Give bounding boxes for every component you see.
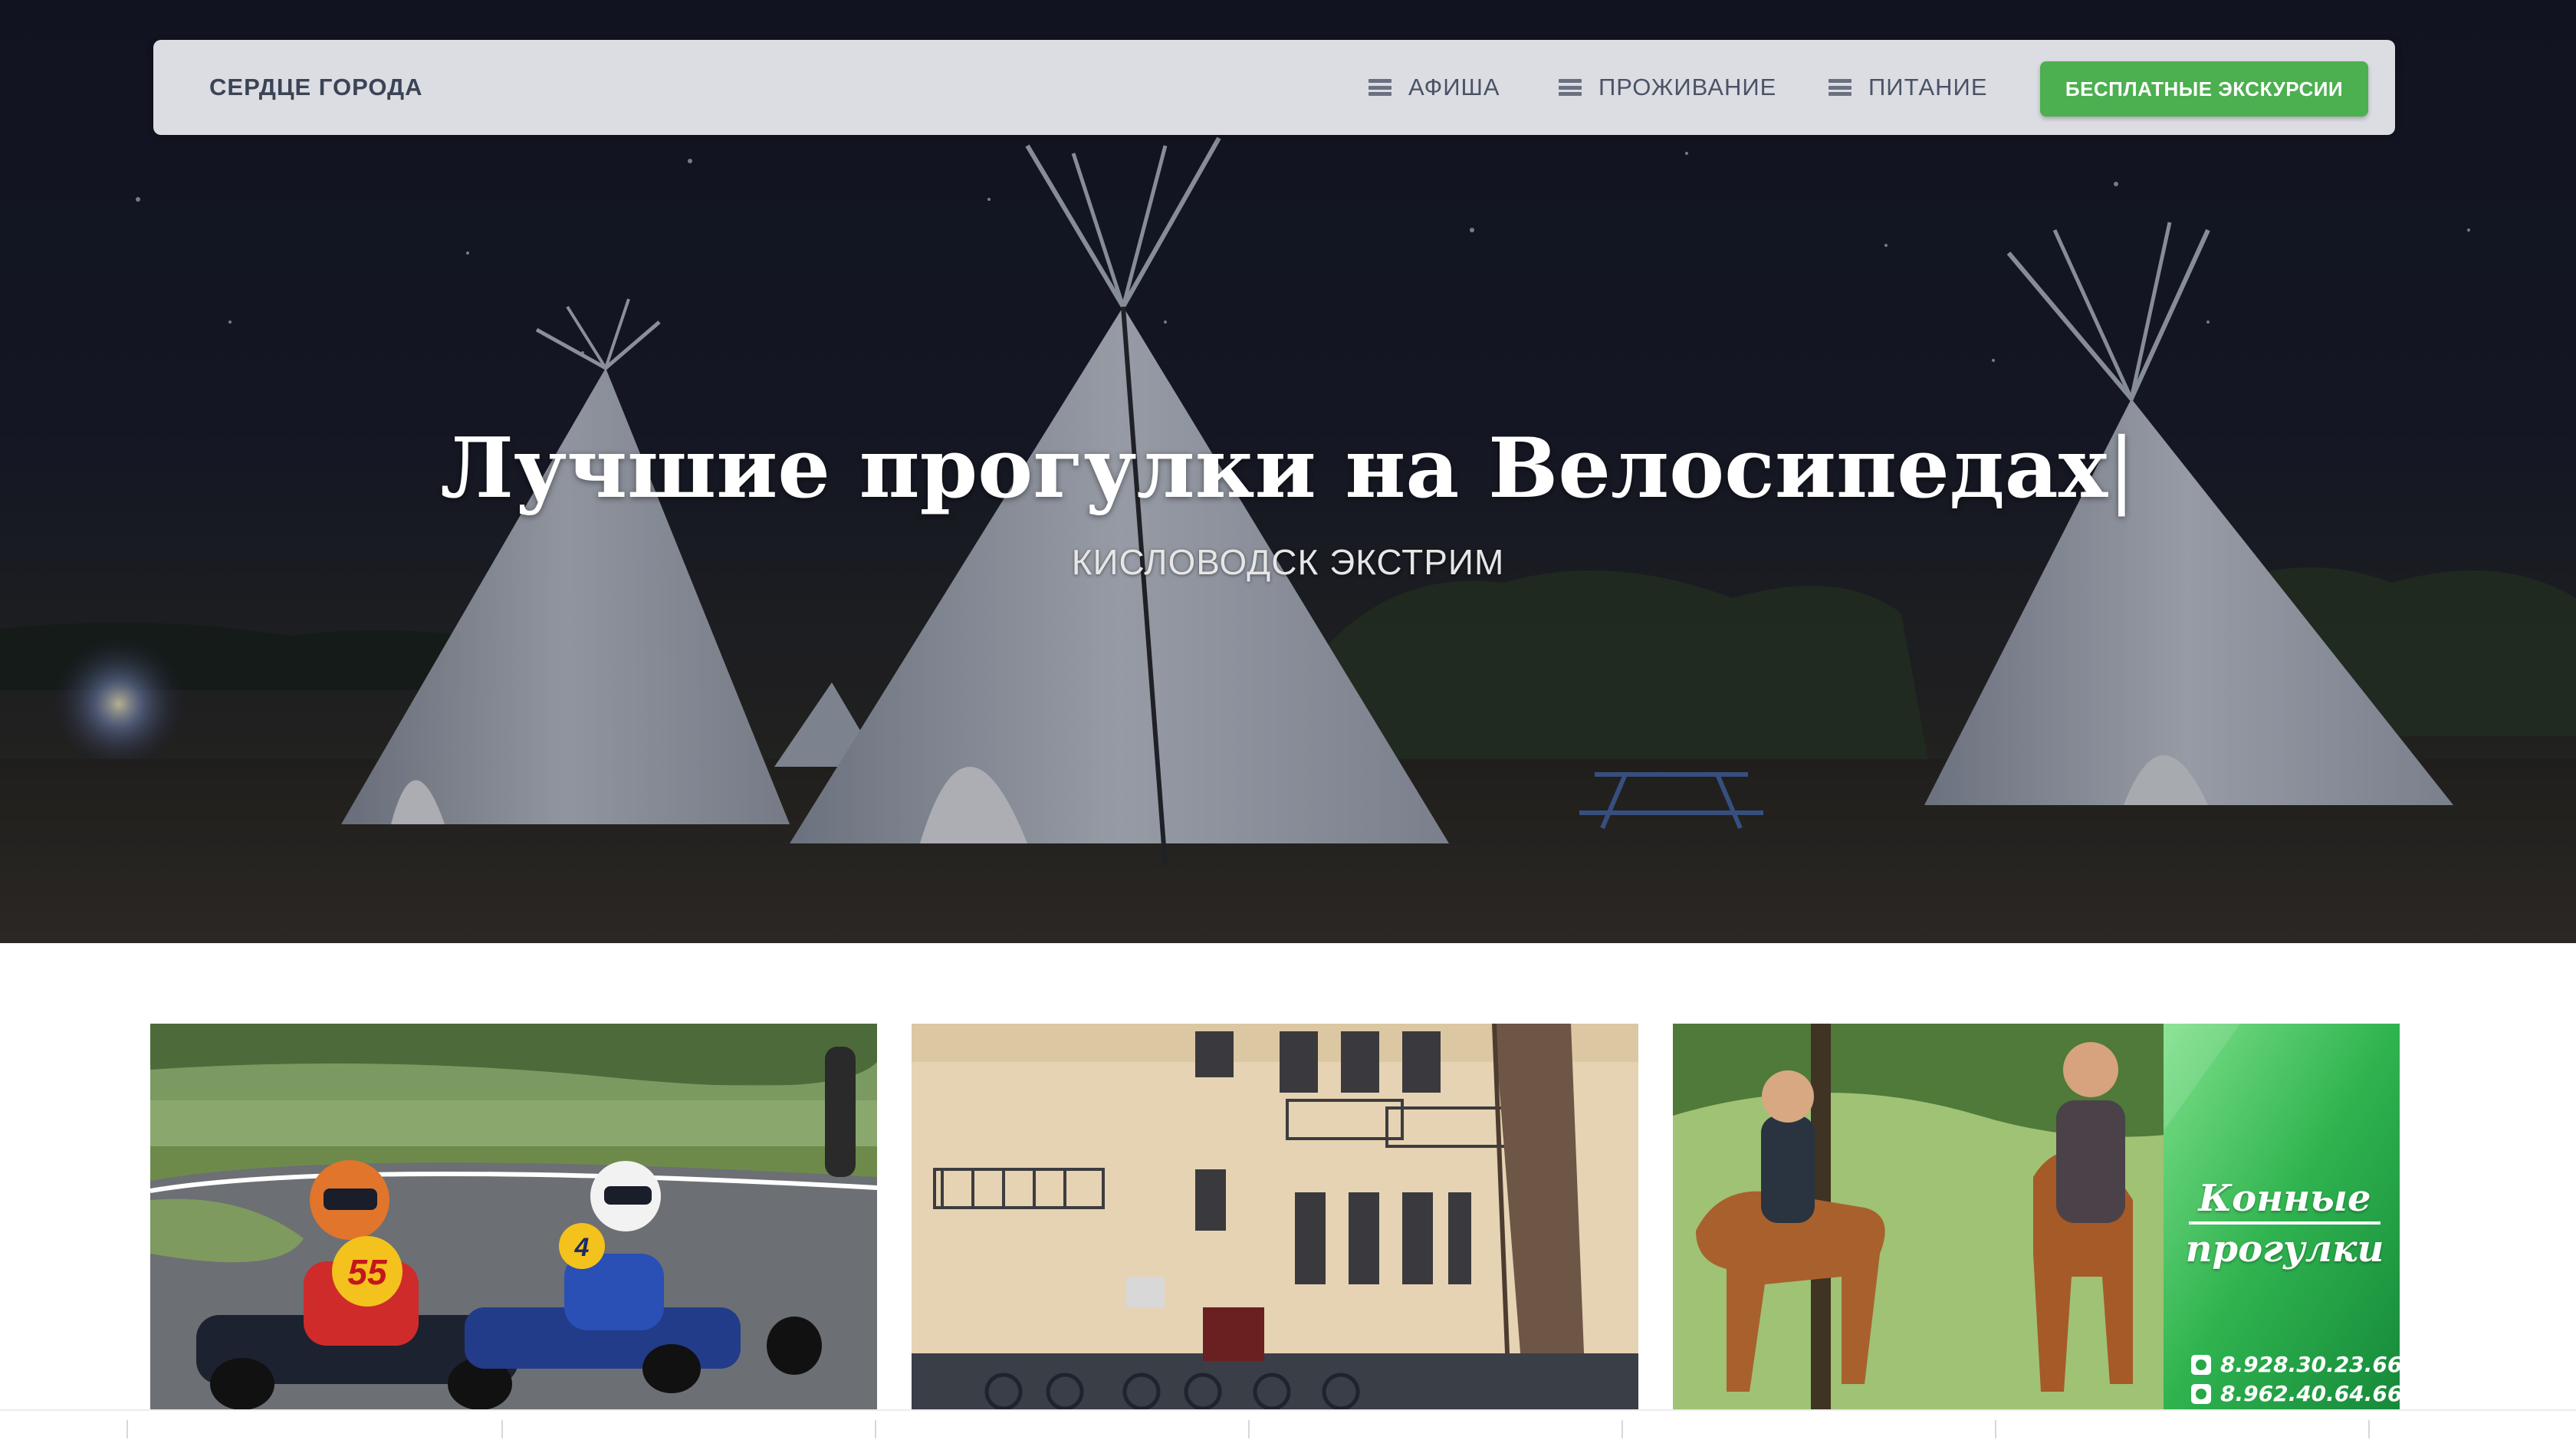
typing-caret: | (2108, 421, 2136, 517)
divider (1995, 1420, 1996, 1438)
kart-number-4: 4 (574, 1233, 590, 1262)
menu-icon (1559, 79, 1582, 96)
phone-icon (2191, 1354, 2211, 1375)
hero-title: Лучшие прогулки на Велосипедах| (0, 420, 2576, 517)
divider (875, 1420, 876, 1438)
whatsapp-icon (2191, 1383, 2211, 1404)
nav-item-label: ПРОЖИВАНИЕ (1598, 74, 1777, 100)
nav-item-label: ПИТАНИЕ (1868, 74, 1988, 100)
hero-subtitle: КИСЛОВОДСК ЭКСТРИМ (1071, 542, 1505, 582)
nav-item-food[interactable]: ПИТАНИЕ (1829, 40, 1988, 135)
promo-phone-2: 8.962.40.64.666 (2191, 1381, 2400, 1406)
divider (501, 1420, 503, 1438)
free-excursions-button[interactable]: БЕСПЛАТНЫЕ ЭКСКУРСИИ (2040, 61, 2368, 117)
promo-phone-2-text: 8.962.40.64.666 (2220, 1381, 2400, 1406)
nav-item-accommodation[interactable]: ПРОЖИВАНИЕ (1559, 40, 1776, 135)
divider (1248, 1420, 1250, 1438)
nav-item-label: АФИША (1408, 74, 1500, 100)
bottom-strip (0, 1409, 2576, 1440)
divider (127, 1420, 128, 1438)
divider (1622, 1420, 1623, 1438)
card-horse-riding[interactable]: Конные прогулки 8.928.30.23.666 8.962.40… (1673, 1024, 2400, 1411)
hero-title-text: Лучшие прогулки на Велосипедах (440, 420, 2108, 517)
promo-phone-1-text: 8.928.30.23.666 (2220, 1352, 2400, 1377)
menu-icon (1829, 79, 1852, 96)
promo-title-line2: прогулки (2185, 1228, 2384, 1271)
city-building-photo (912, 1024, 1638, 1411)
menu-icon (1368, 79, 1392, 96)
promo-divider (2189, 1221, 2380, 1225)
promo-phone-1: 8.928.30.23.666 (2191, 1352, 2400, 1377)
promo-title: Конные прогулки (2177, 1177, 2392, 1271)
nav-item-afisha[interactable]: АФИША (1368, 40, 1500, 135)
kart-number-55: 55 (347, 1252, 388, 1292)
card-city[interactable] (912, 1024, 1638, 1411)
divider (2368, 1420, 2370, 1438)
brand-link[interactable]: СЕРДЦЕ ГОРОДА (209, 40, 423, 135)
promo-title-line1: Конные (2198, 1177, 2371, 1220)
hero-section: Лучшие прогулки на Велосипедах| КИСЛОВОД… (0, 0, 2576, 943)
karting-photo: 55 4 (150, 1024, 877, 1411)
card-karting[interactable]: 55 4 (150, 1024, 877, 1411)
top-navbar: СЕРДЦЕ ГОРОДА АФИША ПРОЖИВАНИЕ ПИТАНИЕ Б… (153, 40, 2395, 135)
